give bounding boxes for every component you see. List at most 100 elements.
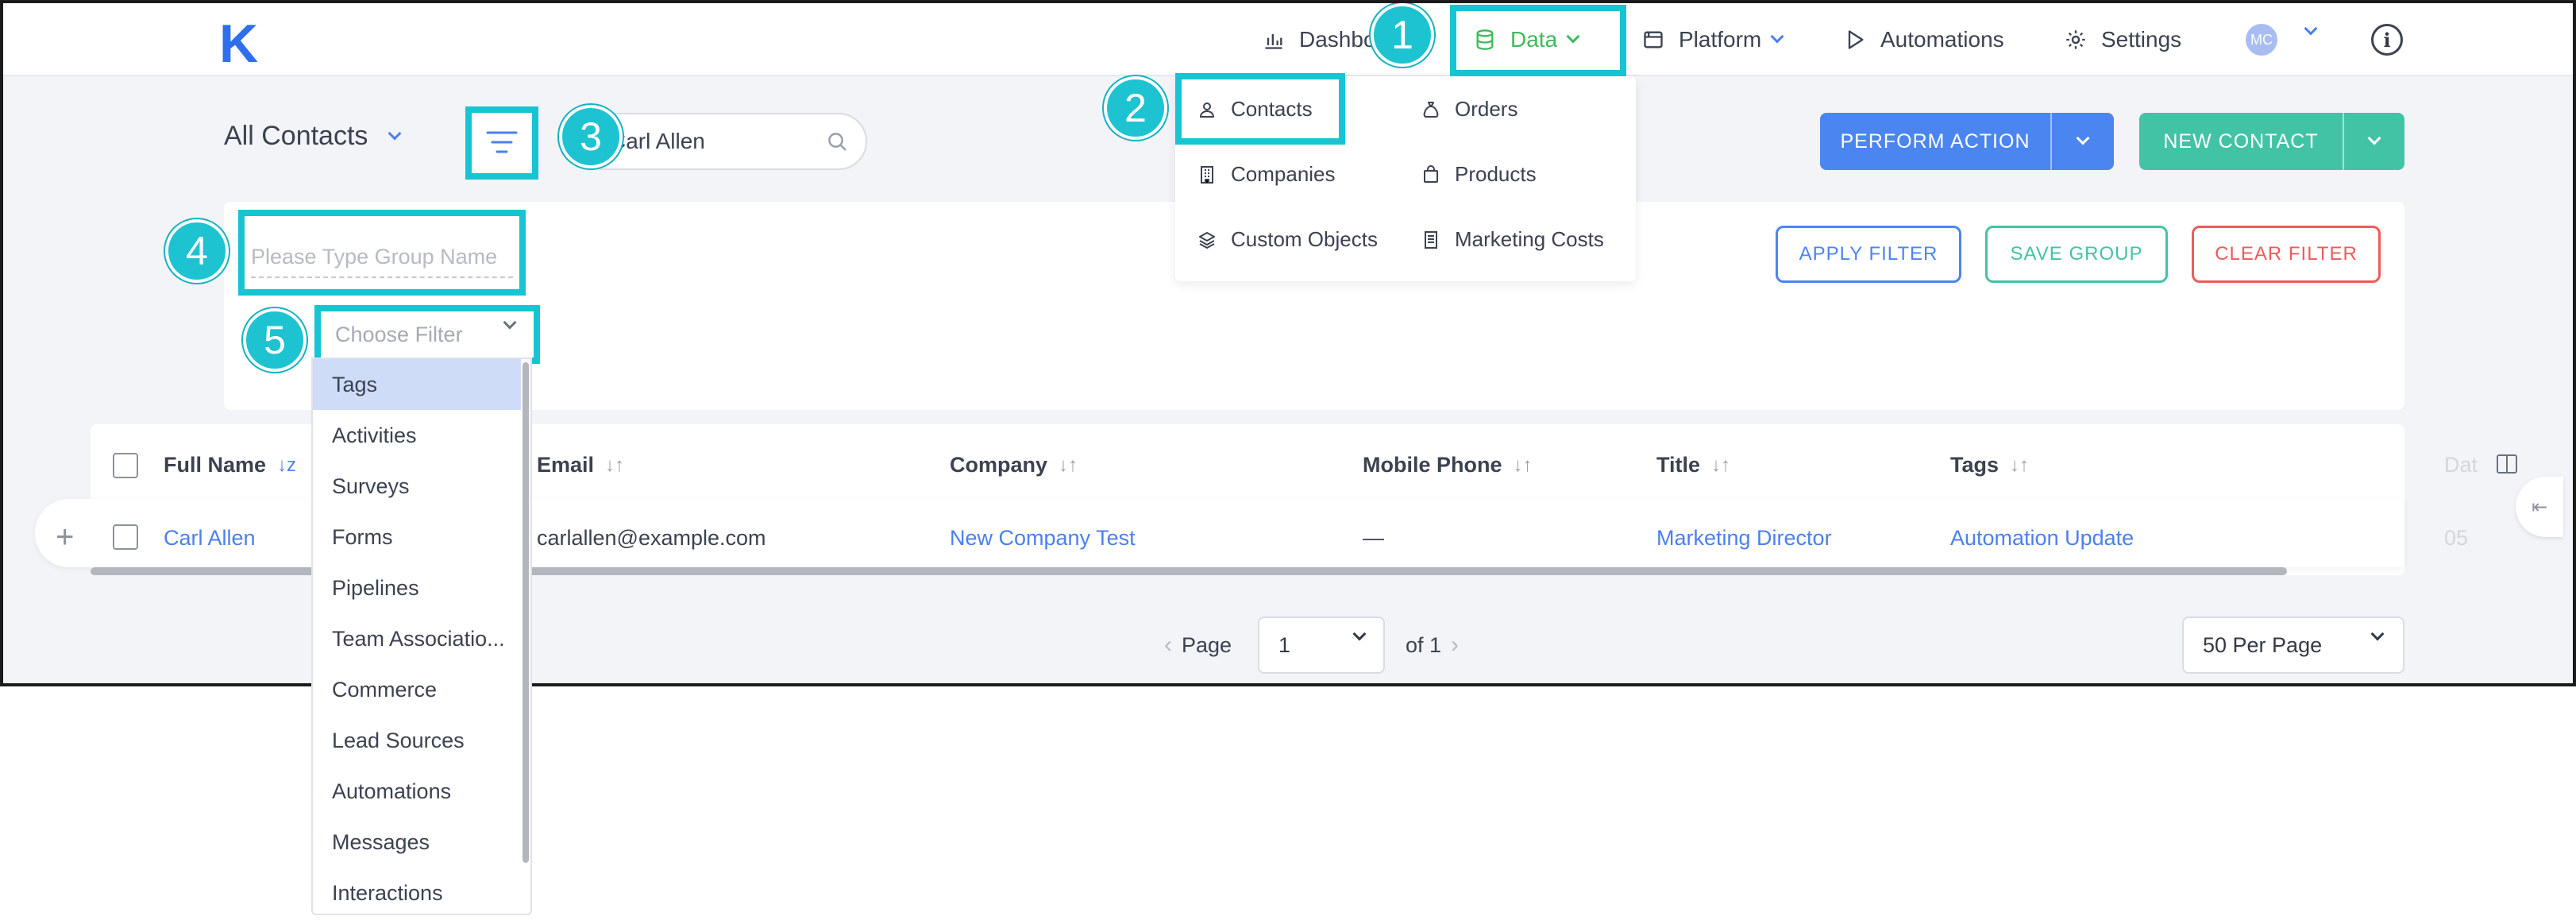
list-scrollbar[interactable]: [523, 362, 529, 863]
nav-automations[interactable]: Automations: [1844, 24, 2004, 56]
pagination-prev[interactable]: ‹ Page: [1164, 617, 1232, 674]
column-header-title[interactable]: Title ↓↑: [1656, 453, 1730, 477]
search-value: Carl Allen: [610, 129, 705, 153]
filter-options-list: Tags Activities Surveys Forms Pipelines Team …: [311, 358, 532, 915]
columns-icon[interactable]: [2497, 454, 2517, 474]
callout-badge: 4: [165, 219, 229, 283]
page-total: of 1: [1406, 632, 1442, 657]
column-header-tags[interactable]: Tags ↓↑: [1950, 453, 2029, 477]
chevron-down-icon[interactable]: [2304, 21, 2318, 36]
pagination-next[interactable]: of 1 ›: [1406, 617, 1459, 674]
building-icon: [1201, 165, 1213, 184]
filter-option[interactable]: Messages: [313, 817, 521, 868]
callout-badge: 5: [243, 308, 307, 372]
menu-item-label: Marketing Costs: [1455, 227, 1604, 251]
chevron-down-icon: [388, 126, 402, 140]
apply-filter-button[interactable]: APPLY FILTER: [1776, 226, 1961, 283]
nav-platform[interactable]: Platform: [1642, 24, 1784, 56]
callout-badge: 1: [1371, 3, 1434, 67]
menu-item-orders[interactable]: Orders: [1421, 97, 1517, 122]
menu-item-label: Products: [1455, 162, 1537, 186]
filter-option[interactable]: Commerce: [313, 664, 521, 715]
sort-icon[interactable]: ↓↑: [605, 454, 624, 477]
cell-company[interactable]: New Company Test: [950, 526, 1136, 551]
new-contact-dropdown[interactable]: [2343, 113, 2404, 170]
menu-item-products[interactable]: Products: [1421, 162, 1537, 187]
clear-filter-button[interactable]: CLEAR FILTER: [2192, 226, 2381, 283]
play-icon: [1848, 30, 1864, 49]
column-label: Email: [537, 453, 595, 477]
perform-action-label[interactable]: PERFORM ACTION: [1820, 113, 2050, 170]
sort-icon[interactable]: ↓↑: [2010, 454, 2029, 477]
menu-item-marketing-costs[interactable]: Marketing Costs: [1421, 227, 1604, 252]
layers-icon: [1199, 231, 1215, 249]
money-bag-icon: [1423, 101, 1439, 118]
chevron-left-icon[interactable]: ‹: [1164, 632, 1172, 659]
sort-icon[interactable]: ↓↑: [1514, 454, 1533, 477]
per-page-value: 50 Per Page: [2203, 632, 2323, 657]
perform-action-dropdown[interactable]: [2050, 113, 2114, 170]
receipt-icon: [1425, 230, 1437, 249]
highlight-choose-filter: [314, 305, 540, 364]
chevron-down-icon: [2370, 627, 2385, 641]
nav-platform-label: Platform: [1679, 27, 1762, 52]
column-header-email[interactable]: Email ↓↑: [537, 453, 624, 477]
filter-option[interactable]: Automations: [313, 766, 521, 817]
expand-row-icon[interactable]: +: [56, 520, 74, 555]
filter-option[interactable]: Team Associatio...: [313, 613, 521, 664]
column-header-date[interactable]: Dat: [2444, 453, 2478, 477]
top-navigation: K Dashboard Data Platform Automations Se…: [3, 3, 2573, 76]
sort-icon[interactable]: ↓↑: [1711, 454, 1730, 477]
shopping-bag-icon: [1424, 164, 1438, 183]
chevron-down-icon: [2367, 131, 2381, 145]
info-icon[interactable]: i: [2371, 24, 2403, 56]
menu-item-label: Custom Objects: [1231, 227, 1378, 251]
sort-ascending-icon[interactable]: ↓z: [277, 454, 296, 477]
select-all-checkbox[interactable]: [113, 453, 138, 478]
sort-icon[interactable]: ↓↑: [1059, 454, 1078, 477]
page-label: Page: [1182, 632, 1232, 657]
view-title: All Contacts: [224, 121, 368, 151]
column-header-company[interactable]: Company ↓↑: [950, 453, 1078, 477]
nav-settings[interactable]: Settings: [2065, 24, 2181, 56]
app-logo[interactable]: K: [219, 13, 258, 75]
search-icon: [828, 133, 846, 151]
row-checkbox[interactable]: [113, 524, 138, 550]
menu-item-companies[interactable]: Companies: [1197, 162, 1336, 187]
filter-option[interactable]: Forms: [313, 512, 521, 562]
per-page-select[interactable]: 50 Per Page: [2182, 617, 2404, 674]
column-header-full-name[interactable]: Full Name ↓z: [164, 453, 296, 477]
nav-automations-label: Automations: [1880, 27, 2004, 52]
column-label: Mobile Phone: [1363, 453, 1502, 477]
new-contact-label[interactable]: NEW CONTACT: [2139, 113, 2343, 170]
filter-option[interactable]: Activities: [313, 410, 521, 461]
current-page: 1: [1278, 632, 1291, 657]
highlight-filter-button: [465, 106, 538, 180]
filter-option[interactable]: Lead Sources: [313, 715, 521, 766]
filter-option[interactable]: Pipelines: [313, 562, 521, 613]
perform-action-button[interactable]: PERFORM ACTION: [1820, 113, 2114, 170]
new-contact-button[interactable]: NEW CONTACT: [2139, 113, 2404, 170]
view-selector[interactable]: All Contacts: [224, 121, 402, 152]
user-avatar[interactable]: MC: [2246, 24, 2277, 56]
column-header-mobile-phone[interactable]: Mobile Phone ↓↑: [1363, 453, 1533, 477]
highlight-contacts-item: [1175, 73, 1345, 145]
cell-full-name[interactable]: Carl Allen: [164, 526, 256, 551]
cell-tags[interactable]: Automation Update: [1950, 526, 2134, 551]
callout-badge: 2: [1104, 76, 1167, 140]
chevron-down-icon: [1352, 627, 1367, 641]
filter-option[interactable]: Tags: [313, 359, 521, 410]
filter-option[interactable]: Surveys: [313, 461, 521, 512]
collapse-panel-icon[interactable]: ⇤: [2516, 477, 2563, 537]
filter-option[interactable]: Interactions: [313, 868, 521, 914]
save-group-button[interactable]: SAVE GROUP: [1985, 226, 2168, 283]
page-select[interactable]: 1: [1258, 617, 1385, 674]
chevron-down-icon: [2076, 131, 2090, 145]
chevron-right-icon[interactable]: ›: [1451, 632, 1459, 659]
menu-item-label: Companies: [1231, 162, 1336, 186]
menu-item-custom-objects[interactable]: Custom Objects: [1197, 227, 1378, 252]
column-label: Title: [1656, 453, 1701, 477]
column-label: Tags: [1950, 453, 1999, 477]
gear-icon: [2066, 30, 2085, 49]
cell-title[interactable]: Marketing Director: [1656, 526, 1832, 551]
